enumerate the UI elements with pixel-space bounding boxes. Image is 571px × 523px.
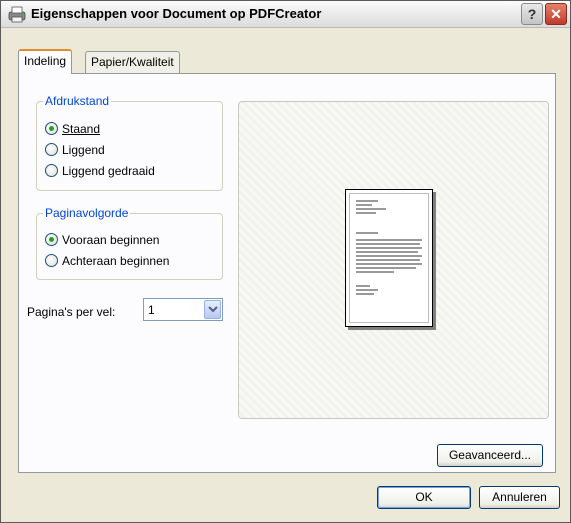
tab-panel-indeling: Afdrukstand Staand Liggend Liggend gedra… <box>18 73 556 473</box>
dropdown-button[interactable] <box>204 300 221 319</box>
text-line <box>356 212 376 214</box>
tab-indeling[interactable]: Indeling <box>18 49 73 74</box>
help-icon: ? <box>527 6 537 22</box>
radio-button[interactable] <box>45 164 58 177</box>
chevron-down-icon <box>208 306 218 313</box>
pages-per-sheet-select[interactable]: 1 <box>143 298 223 321</box>
page-order-group: Paginavolgorde Vooraan beginnen Achteraa… <box>36 206 223 280</box>
page-order-legend: Paginavolgorde <box>43 206 131 220</box>
radio-label: Staand <box>62 122 101 136</box>
text-line <box>356 263 422 265</box>
text-line <box>356 247 422 249</box>
properties-dialog: Eigenschappen voor Document op PDFCreato… <box>0 0 571 523</box>
radio-label: Vooraan beginnen <box>62 233 160 247</box>
pages-per-sheet-label: Pagina's per vel: <box>27 305 116 319</box>
text-line <box>356 200 378 202</box>
tab-papier-kwaliteit[interactable]: Papier/Kwaliteit <box>85 51 180 73</box>
tab-label: Papier/Kwaliteit <box>91 55 174 69</box>
help-button[interactable]: ? <box>521 3 543 25</box>
text-line <box>356 285 370 287</box>
cancel-button[interactable]: Annuleren <box>479 486 560 509</box>
button-label: Geavanceerd... <box>448 448 532 462</box>
ok-button[interactable]: OK <box>377 486 471 509</box>
page-preview <box>238 101 549 419</box>
text-line <box>356 232 378 234</box>
text-line <box>356 293 374 295</box>
text-line <box>356 243 420 245</box>
tab-label: Indeling <box>24 54 67 68</box>
close-icon: ✕ <box>550 6 562 22</box>
radio-button[interactable] <box>45 254 58 267</box>
text-line <box>356 204 372 206</box>
radio-button[interactable] <box>45 143 58 156</box>
radio-label: Liggend gedraaid <box>62 164 155 178</box>
button-label: OK <box>415 490 433 504</box>
advanced-button[interactable]: Geavanceerd... <box>437 444 543 467</box>
radio-label: Achteraan beginnen <box>62 254 170 268</box>
text-line <box>356 259 420 261</box>
close-button[interactable]: ✕ <box>545 3 567 25</box>
text-line <box>356 255 422 257</box>
orientation-group: Afdrukstand Staand Liggend Liggend gedra… <box>36 94 223 191</box>
button-label: Annuleren <box>492 490 547 504</box>
radio-button-checked[interactable] <box>45 122 58 135</box>
radio-label: Liggend <box>62 143 105 157</box>
portrait-page-icon <box>345 189 433 327</box>
text-line <box>356 289 378 291</box>
text-line <box>356 251 418 253</box>
text-line <box>356 239 422 241</box>
orientation-legend: Afdrukstand <box>43 94 112 108</box>
text-line <box>356 271 394 273</box>
window-title: Eigenschappen voor Document op PDFCreato… <box>31 6 322 21</box>
radio-button-checked[interactable] <box>45 233 58 246</box>
page-margin <box>349 193 429 323</box>
text-line <box>356 208 386 210</box>
title-bar[interactable]: Eigenschappen voor Document op PDFCreato… <box>1 1 570 28</box>
text-line <box>356 267 416 269</box>
printer-icon <box>8 6 26 23</box>
pages-per-sheet-value: 1 <box>148 303 155 317</box>
